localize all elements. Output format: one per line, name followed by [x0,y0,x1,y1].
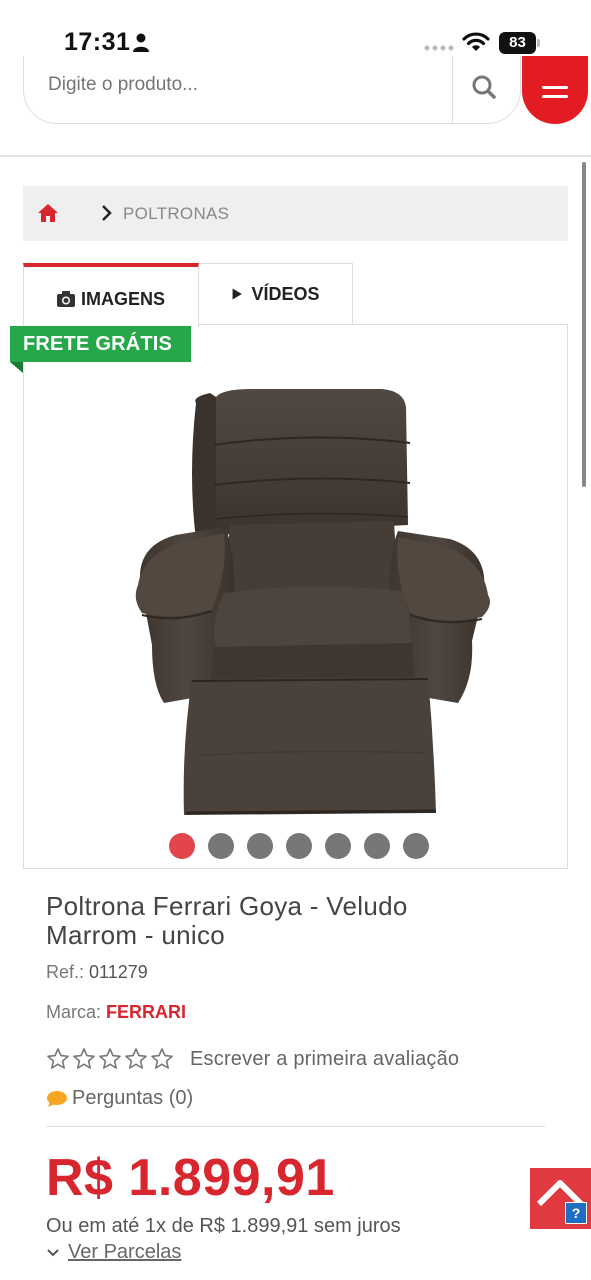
ver-parcelas-label: Ver Parcelas [68,1241,182,1263]
search-icon[interactable] [464,74,504,104]
installments-text: Ou em até 1x de R$ 1.899,91 sem juros [46,1215,401,1237]
tab-images-label: IMAGENS [80,288,165,309]
star-outline-icon[interactable] [124,1047,148,1071]
product-price: R$ 1.899,91 [46,1149,335,1207]
ref-label: Ref.: [46,962,85,982]
free-shipping-badge: FRETE GRÁTIS [10,326,191,362]
chevron-down-icon [47,1248,59,1256]
tab-videos-label: VÍDEOS [251,283,320,304]
rating-row: Escrever a primeira avaliação [46,1045,459,1073]
info-divider [46,1126,545,1127]
carousel-dot[interactable] [247,833,273,859]
wifi-icon [462,32,490,51]
header-divider [0,155,591,157]
carousel-dot[interactable] [208,833,234,859]
questions-label: Perguntas (0) [72,1087,194,1109]
hamburger-menu-icon[interactable] [522,56,588,124]
battery-icon: 83 [499,32,541,54]
rating-stars[interactable] [46,1047,176,1071]
badge-fold [10,362,23,373]
product-title: Poltrona Ferrari Goya - Veludo Marrom - … [46,891,408,950]
carousel-dot[interactable] [403,833,429,859]
carousel-dots [169,833,429,859]
tab-images[interactable]: IMAGENS [23,263,199,327]
star-outline-icon[interactable] [150,1047,174,1071]
status-time: 17:31 [64,28,131,56]
ver-parcelas-link[interactable]: Ver Parcelas [46,1241,181,1264]
camera-icon [56,291,75,307]
star-outline-icon[interactable] [72,1047,96,1071]
search-bar [23,56,521,124]
ref-value: 011279 [89,962,148,982]
carousel-dot[interactable] [364,833,390,859]
breadcrumb-current[interactable]: POLTRONAS [123,204,229,224]
write-review-link[interactable]: Escrever a primeira avaliação [190,1048,459,1071]
scrollbar[interactable] [582,162,586,487]
tab-videos[interactable]: VÍDEOS [198,263,353,325]
star-outline-icon[interactable] [46,1047,70,1071]
carousel-dot[interactable] [169,833,195,859]
speech-bubble-icon [47,1090,67,1107]
carousel-dot[interactable] [325,833,351,859]
brand-label: Marca: [46,1002,102,1022]
product-gallery[interactable] [23,324,568,869]
person-icon [133,33,149,52]
star-outline-icon[interactable] [98,1047,122,1071]
signal-dots-icon [424,45,454,51]
battery-level: 83 [499,32,536,54]
play-icon [233,288,243,300]
brand-link[interactable]: FERRARI [106,1002,186,1022]
question-icon[interactable]: ? [565,1202,587,1224]
search-divider [452,56,453,123]
search-input[interactable] [48,74,448,96]
recliner-armchair-image[interactable] [112,385,492,825]
carousel-dot[interactable] [286,833,312,859]
product-ref: Ref.: 011279 [46,962,148,983]
questions-link[interactable]: Perguntas (0) [46,1087,193,1110]
chevron-right-icon [102,205,112,221]
product-brand: Marca: FERRARI [46,1002,186,1023]
breadcrumb: POLTRONAS [23,186,568,241]
home-icon[interactable] [37,203,59,223]
